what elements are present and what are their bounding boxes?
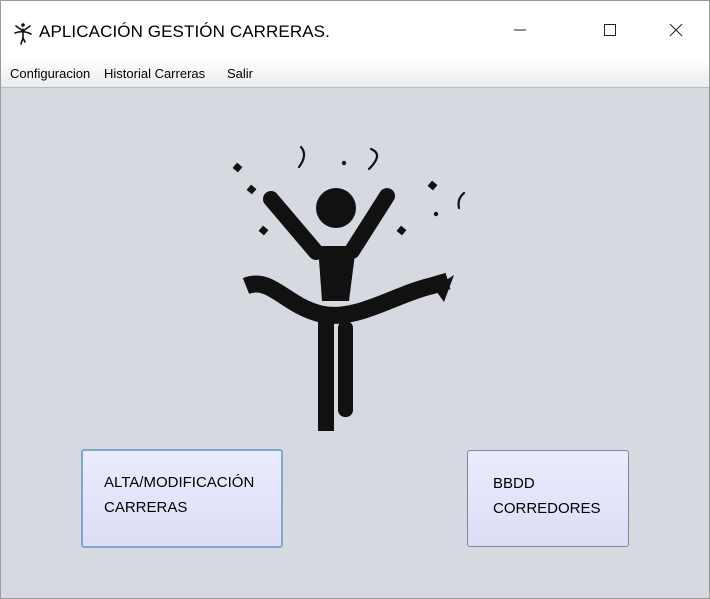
bbdd-button-line1: BBDD [493,475,535,492]
alta-button-line2: CARRERAS [104,499,188,516]
menu-configuracion[interactable]: Configuracion [10,66,90,81]
menu-salir[interactable]: Salir [227,66,253,81]
finish-line-runner-icon [232,145,466,431]
app-window: APLICACIÓN GESTIÓN CARRERAS. Configuraci… [0,0,710,599]
runner-logo-icon [14,23,32,45]
window-title: APLICACIÓN GESTIÓN CARRERAS. [39,22,330,41]
menu-historial-carreras[interactable]: Historial Carreras [104,66,205,81]
maximize-icon [604,24,616,36]
minimize-icon [514,29,526,31]
alta-button-line1: ALTA/MODIFICACIÓN [104,474,255,491]
menu-bar: Configuracion Historial Carreras Salir [1,59,709,88]
title-bar[interactable]: APLICACIÓN GESTIÓN CARRERAS. [1,1,709,59]
alta-modificacion-carreras-button[interactable]: ALTA/MODIFICACIÓN CARRERAS [81,449,283,548]
maximize-button[interactable] [587,1,633,59]
bbdd-corredores-button[interactable]: BBDD CORREDORES [467,450,629,547]
close-button[interactable] [653,1,699,59]
bbdd-button-line2: CORREDORES [493,500,601,517]
close-icon [669,23,683,37]
minimize-button[interactable] [497,1,543,59]
